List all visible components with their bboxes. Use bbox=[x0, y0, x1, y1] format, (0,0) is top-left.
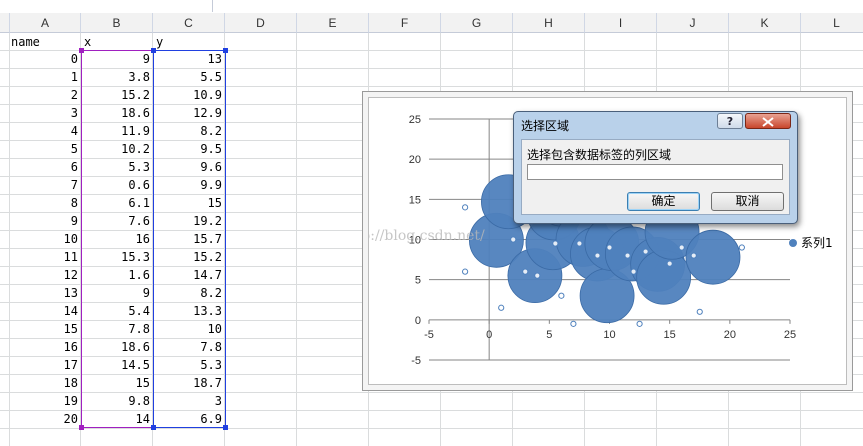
data-point-marker bbox=[570, 320, 577, 327]
name-cell[interactable]: 11 bbox=[8, 248, 81, 266]
ok-button[interactable]: 确定 bbox=[627, 192, 700, 211]
x-tick-label: 25 bbox=[784, 329, 796, 341]
data-point-marker bbox=[522, 268, 529, 275]
help-button[interactable]: ? bbox=[717, 113, 743, 129]
data-point-marker bbox=[690, 252, 697, 259]
range-label: 选择包含数据标签的列区域 bbox=[527, 148, 672, 162]
x-tick-label: 20 bbox=[724, 329, 736, 341]
data-point-marker bbox=[624, 252, 631, 259]
column-header-g[interactable]: G bbox=[441, 13, 513, 33]
data-point-marker bbox=[462, 268, 469, 275]
name-cell[interactable]: 10 bbox=[8, 230, 81, 248]
range-handle[interactable] bbox=[223, 425, 228, 430]
data-point-marker bbox=[462, 204, 469, 211]
name-cell[interactable]: 1 bbox=[8, 68, 81, 86]
name-cell[interactable]: 4 bbox=[8, 122, 81, 140]
x-tick-label: -5 bbox=[424, 329, 434, 341]
data-point-marker bbox=[666, 260, 673, 267]
header-cell-name[interactable]: name bbox=[8, 33, 81, 51]
name-box[interactable] bbox=[0, 0, 213, 12]
range-handle[interactable] bbox=[223, 48, 228, 53]
legend-marker bbox=[789, 239, 797, 247]
name-cell[interactable]: 18 bbox=[8, 374, 81, 392]
column-header-c[interactable]: C bbox=[153, 13, 225, 33]
legend-label: 系列1 bbox=[801, 236, 833, 250]
y-tick-label: 0 bbox=[415, 315, 421, 327]
name-cell[interactable]: 17 bbox=[8, 356, 81, 374]
name-cell[interactable]: 9 bbox=[8, 212, 81, 230]
column-header-h[interactable]: H bbox=[513, 13, 585, 33]
data-point-marker bbox=[696, 308, 703, 315]
watermark-text: http://blog.csdn.net/ bbox=[369, 228, 485, 244]
range-handle[interactable] bbox=[151, 425, 156, 430]
x-tick-label: 10 bbox=[603, 329, 615, 341]
name-cell[interactable]: 3 bbox=[8, 104, 81, 122]
name-cell[interactable]: 8 bbox=[8, 194, 81, 212]
name-cell[interactable]: 16 bbox=[8, 338, 81, 356]
range-handle[interactable] bbox=[151, 48, 156, 53]
column-header-f[interactable]: F bbox=[369, 13, 441, 33]
column-header-d[interactable]: D bbox=[225, 13, 297, 33]
x-tick-label: 5 bbox=[546, 329, 552, 341]
name-cell[interactable]: 6 bbox=[8, 158, 81, 176]
range-handle[interactable] bbox=[79, 425, 84, 430]
range-input[interactable] bbox=[527, 164, 783, 180]
name-cell[interactable]: 15 bbox=[8, 320, 81, 338]
header-cell-y[interactable]: y bbox=[153, 33, 225, 51]
data-point-marker bbox=[534, 272, 541, 279]
x-tick-label: 15 bbox=[664, 329, 676, 341]
formula-bar-strip bbox=[0, 0, 863, 14]
select-all-corner[interactable] bbox=[0, 13, 10, 33]
y-tick-label: 20 bbox=[409, 154, 421, 166]
column-header-b[interactable]: B bbox=[81, 13, 153, 33]
y-tick-label: 5 bbox=[415, 275, 421, 287]
data-point-marker bbox=[636, 320, 643, 327]
data-point-marker bbox=[678, 244, 685, 251]
column-gridline bbox=[296, 33, 297, 446]
row-gridline bbox=[0, 428, 863, 429]
data-point-marker bbox=[606, 244, 613, 251]
column-header-j[interactable]: J bbox=[657, 13, 729, 33]
cancel-button[interactable]: 取消 bbox=[711, 192, 784, 211]
data-point-marker bbox=[510, 236, 517, 243]
dialog-title: 选择区域 bbox=[521, 119, 570, 133]
column-header-k[interactable]: K bbox=[729, 13, 801, 33]
close-icon bbox=[762, 117, 774, 127]
data-point-marker bbox=[738, 244, 745, 251]
name-cell[interactable]: 19 bbox=[8, 392, 81, 410]
header-cell-x[interactable]: x bbox=[81, 33, 153, 51]
dialog-body: 选择包含数据标签的列区域 确定 取消 bbox=[521, 139, 790, 215]
name-cell[interactable]: 12 bbox=[8, 266, 81, 284]
name-cell[interactable]: 7 bbox=[8, 176, 81, 194]
name-cell[interactable]: 2 bbox=[8, 86, 81, 104]
close-button[interactable] bbox=[745, 113, 791, 129]
data-point-marker bbox=[498, 304, 505, 311]
column-header-l[interactable]: L bbox=[801, 13, 863, 33]
y-tick-label: -5 bbox=[411, 355, 421, 367]
x-range-highlight bbox=[81, 50, 154, 428]
column-header-e[interactable]: E bbox=[297, 13, 369, 33]
data-point-marker bbox=[594, 252, 601, 259]
name-cell[interactable]: 0 bbox=[8, 50, 81, 68]
select-range-dialog: 选择区域 ? 选择包含数据标签的列区域 确定 取消 bbox=[513, 111, 798, 224]
data-point-marker bbox=[552, 240, 559, 247]
data-bubble bbox=[636, 249, 692, 305]
column-header-i[interactable]: I bbox=[585, 13, 657, 33]
column-header-a[interactable]: A bbox=[10, 13, 81, 33]
name-cell[interactable]: 13 bbox=[8, 284, 81, 302]
data-point-marker bbox=[642, 248, 649, 255]
y-tick-label: 25 bbox=[409, 114, 421, 126]
name-cell[interactable]: 5 bbox=[8, 140, 81, 158]
x-tick-label: 0 bbox=[486, 329, 492, 341]
data-point-marker bbox=[630, 268, 637, 275]
range-handle[interactable] bbox=[79, 48, 84, 53]
name-cell[interactable]: 14 bbox=[8, 302, 81, 320]
name-cell[interactable]: 20 bbox=[8, 410, 81, 428]
y-tick-label: 15 bbox=[409, 194, 421, 206]
data-point-marker bbox=[576, 240, 583, 247]
data-point-marker bbox=[558, 292, 565, 299]
y-range-highlight bbox=[153, 50, 226, 428]
